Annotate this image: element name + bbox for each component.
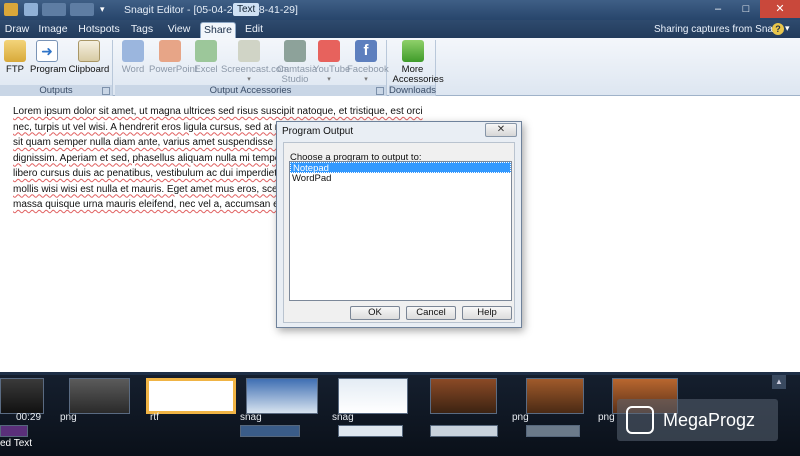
outputs-group-label: Outputs <box>0 85 112 96</box>
ftp-folder-icon <box>4 40 26 62</box>
text-line: Lorem ipsum dolor sit amet, ut magna ult… <box>13 106 423 117</box>
title-bar: ▾ Snagit Editor - [05-04-2012 18-41-29] … <box>0 0 800 20</box>
ok-button[interactable]: OK <box>350 306 400 320</box>
help-icon[interactable]: ? <box>772 23 784 35</box>
clipboard-button[interactable]: Clipboard <box>68 40 110 75</box>
downloads-group: More Accessories Downloads <box>389 40 444 96</box>
ribbon-tabs: Draw Image Hotspots Tags View Share Edit… <box>0 20 800 38</box>
redo-icon[interactable] <box>70 3 94 16</box>
output-accessories-group-label: Output Accessories <box>115 85 386 96</box>
thumbnail-label: 00:29 <box>16 412 42 423</box>
tab-share[interactable]: Share <box>200 22 236 38</box>
watermark: MegaProgz <box>617 399 778 441</box>
program-item-notepad[interactable]: Notepad <box>290 162 511 174</box>
close-button[interactable]: ✕ <box>760 0 800 18</box>
thumbnail-video[interactable] <box>0 378 44 414</box>
ribbon: FTP ➜ Program Clipboard Outputs Word Pow… <box>0 38 800 96</box>
ftp-button[interactable]: FTP <box>3 40 27 75</box>
program-button[interactable]: ➜ Program <box>30 40 66 75</box>
powerpoint-button[interactable]: PowerPoint <box>149 40 198 75</box>
camtasia-icon <box>284 40 306 62</box>
undo-icon[interactable] <box>42 3 66 16</box>
thumbnail-row2[interactable] <box>240 425 300 437</box>
thumbnail-snag[interactable] <box>338 378 408 414</box>
thumbnail-label: snag <box>240 412 262 423</box>
thumbnail-row2[interactable] <box>430 425 498 437</box>
thumbnail-label: rtf <box>150 412 159 423</box>
thumbnail-row2[interactable] <box>0 425 28 437</box>
more-accessories-button[interactable]: More Accessories <box>389 40 444 85</box>
title-context-badge: Text <box>233 3 260 16</box>
youtube-button[interactable]: YouTube ▾ <box>313 40 350 85</box>
youtube-icon <box>318 40 340 62</box>
outputs-group: FTP ➜ Program Clipboard Outputs <box>0 40 113 96</box>
program-output-dialog: Program Output ✕ Choose a program to out… <box>276 121 522 328</box>
dialog-title: Program Output <box>282 126 354 137</box>
thumbnail-rtf[interactable] <box>146 378 236 414</box>
minimize-button[interactable]: – <box>704 0 732 18</box>
tab-hotspots[interactable]: Hotspots <box>76 22 122 38</box>
header-status: Sharing captures from Snagit <box>654 24 784 35</box>
thumbnail-png[interactable] <box>430 378 497 414</box>
watermark-text: MegaProgz <box>663 410 756 430</box>
dialog-launcher-icon[interactable] <box>376 87 384 95</box>
excel-icon <box>195 40 217 62</box>
thumbnail-label: snag <box>332 412 354 423</box>
program-item-wordpad[interactable]: WordPad <box>290 173 511 184</box>
screencast-icon <box>238 40 260 62</box>
maximize-button[interactable]: □ <box>732 0 760 18</box>
word-icon <box>122 40 144 62</box>
tab-edit[interactable]: Edit <box>240 22 268 38</box>
downloads-group-label: Downloads <box>389 85 436 96</box>
camtasia-button[interactable]: Camtasia Studio <box>277 40 317 85</box>
program-arrow-icon: ➜ <box>36 40 58 62</box>
thumbnail-row2[interactable] <box>526 425 580 437</box>
dialog-body: Choose a program to output to: Notepad W… <box>283 142 515 323</box>
save-icon[interactable] <box>24 3 38 16</box>
thumbnail-row2[interactable] <box>338 425 403 437</box>
quick-access-menu-icon[interactable]: ▾ <box>100 3 114 16</box>
powerpoint-icon <box>159 40 181 62</box>
tab-tags[interactable]: Tags <box>128 22 156 38</box>
excel-button[interactable]: Excel <box>193 40 219 75</box>
app-logo-icon[interactable] <box>4 3 18 16</box>
tray-bottom-label: ed Text <box>0 438 33 449</box>
word-button[interactable]: Word <box>119 40 147 75</box>
thumbnail-label: png <box>60 412 77 423</box>
thumbnail-snag[interactable] <box>246 378 318 414</box>
thumbnail-png[interactable] <box>69 378 130 414</box>
dialog-launcher-icon[interactable] <box>102 87 110 95</box>
output-accessories-group: Word PowerPoint Excel Screencast.com ▾ C… <box>115 40 389 96</box>
program-list[interactable]: Notepad WordPad <box>289 161 512 301</box>
tray-scroll-icon[interactable]: ▲ <box>772 375 786 389</box>
clipboard-icon <box>78 40 100 62</box>
thumbnail-png[interactable] <box>526 378 584 414</box>
tab-image[interactable]: Image <box>36 22 70 38</box>
facebook-icon: f <box>355 40 377 62</box>
tab-draw[interactable]: Draw <box>2 22 32 38</box>
dialog-close-button[interactable]: ✕ <box>485 123 517 137</box>
window-title: Snagit Editor - [05-04-2012 18-41-29] <box>124 4 298 16</box>
facebook-button[interactable]: f Facebook ▾ <box>347 40 389 85</box>
watermark-logo-icon <box>626 406 654 434</box>
screencast-button[interactable]: Screencast.com ▾ <box>221 40 289 85</box>
help-button[interactable]: Help <box>462 306 512 320</box>
download-arrow-icon <box>401 40 424 62</box>
chevron-down-icon[interactable]: ▾ <box>785 23 790 34</box>
cancel-button[interactable]: Cancel <box>406 306 456 320</box>
tab-view[interactable]: View <box>164 22 194 38</box>
